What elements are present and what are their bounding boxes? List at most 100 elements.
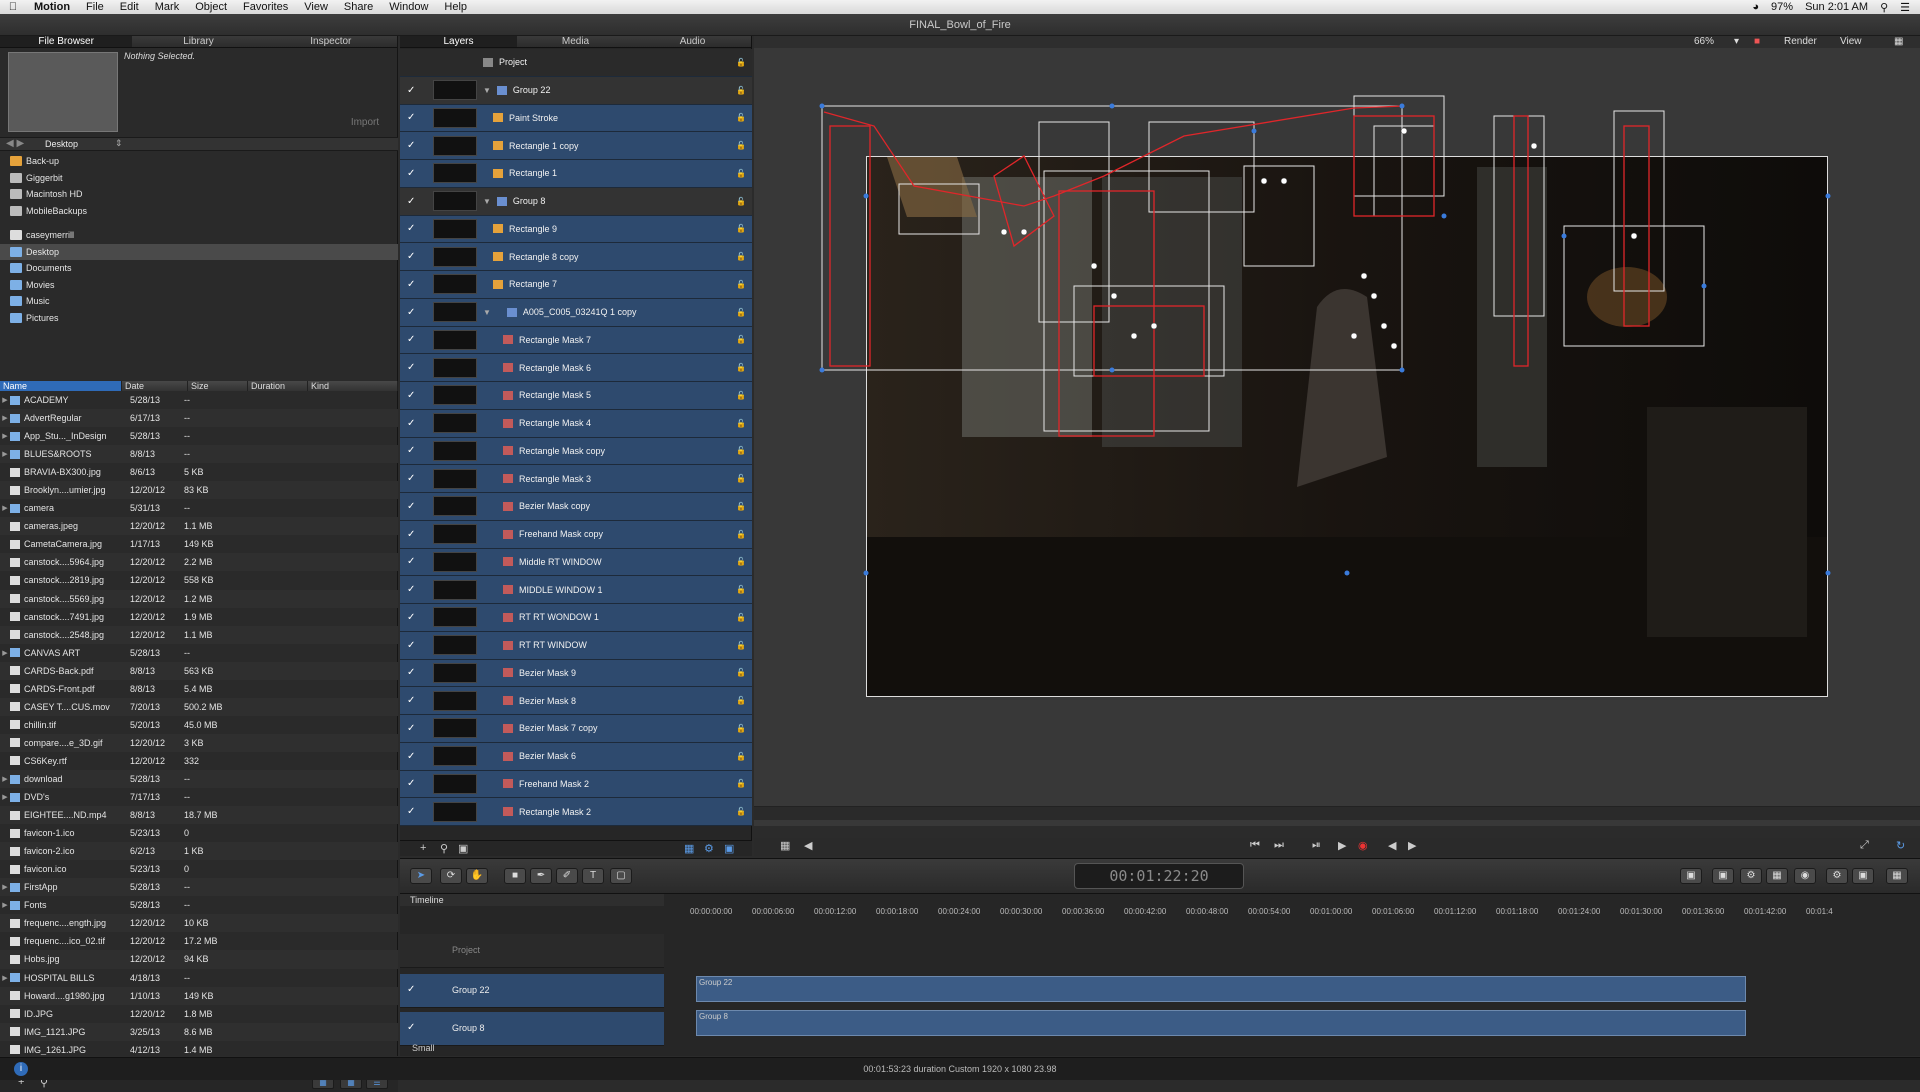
column-kind[interactable]: Kind <box>308 381 398 391</box>
column-size[interactable]: Size <box>188 381 248 391</box>
visibility-checkbox[interactable]: ✓ <box>407 501 421 512</box>
layer-row[interactable]: ✓ Paint Stroke 🔓 <box>400 104 752 133</box>
text-tool-button[interactable]: T <box>582 868 604 884</box>
layer-row[interactable]: ✓ ▼ Group 8 🔓 <box>400 187 752 216</box>
visibility-checkbox[interactable]: ✓ <box>407 445 421 456</box>
file-row[interactable]: compare....e_3D.gif 12/20/12 3 KB <box>0 733 398 752</box>
lock-icon[interactable]: 🔓 <box>736 58 746 67</box>
layer-row[interactable]: Project 🔓 <box>400 49 752 77</box>
loop-icon[interactable]: ↻ <box>1896 839 1905 852</box>
lock-icon[interactable]: 🔓 <box>736 224 746 233</box>
layer-row[interactable]: ✓ Rectangle Mask 5 🔓 <box>400 382 752 410</box>
file-row[interactable]: ▶ camera 5/31/13 -- <box>0 499 398 517</box>
lock-icon[interactable]: 🔓 <box>736 141 746 150</box>
battery-indicator[interactable]: 97% <box>1771 1 1793 13</box>
hand-tool-button[interactable]: ✋ <box>466 868 488 884</box>
layer-row[interactable]: ✓ Rectangle Mask 2 🔓 <box>400 798 752 826</box>
visibility-checkbox[interactable]: ✓ <box>407 806 421 817</box>
menu-file[interactable]: File <box>78 1 112 13</box>
layer-row[interactable]: ✓ ▼ A005_C005_03241Q 1 copy 🔓 <box>400 298 752 327</box>
lock-icon[interactable]: 🔓 <box>736 641 746 650</box>
tab-layers[interactable]: Layers <box>400 36 517 47</box>
lock-icon[interactable]: 🔓 <box>736 779 746 788</box>
file-row[interactable]: ▶ BLUES&ROOTS 8/8/13 -- <box>0 445 398 464</box>
layer-row[interactable]: ✓ ▼ Group 22 🔓 <box>400 76 752 105</box>
menu-view[interactable]: View <box>296 1 336 13</box>
layer-row[interactable]: ✓ Rectangle Mask 7 🔓 <box>400 326 752 355</box>
fullscreen-icon[interactable]: ⤢ <box>1860 839 1869 852</box>
layer-row[interactable]: ✓ Rectangle Mask 4 🔓 <box>400 409 752 438</box>
apple-menu-icon[interactable]:  <box>0 1 26 13</box>
layer-row[interactable]: ✓ Rectangle Mask copy 🔓 <box>400 437 752 466</box>
visibility-checkbox[interactable]: ✓ <box>407 723 421 734</box>
canvas-area[interactable]: 66% ▾ ■ Render View ▦ <box>754 36 1920 826</box>
layout-button[interactable]: ▦ <box>1886 868 1908 884</box>
lock-icon[interactable]: 🔓 <box>736 419 746 428</box>
file-row[interactable]: canstock....2548.jpg 12/20/12 1.1 MB <box>0 625 398 644</box>
lock-icon[interactable]: 🔓 <box>736 530 746 539</box>
layer-row[interactable]: ✓ MIDDLE WINDOW 1 🔓 <box>400 576 752 604</box>
menu-app[interactable]: Motion <box>26 1 78 13</box>
file-row[interactable]: CARDS-Front.pdf 8/8/13 5.4 MB <box>0 680 398 698</box>
file-row[interactable]: IMG_1121.JPG 3/25/13 8.6 MB <box>0 1022 398 1041</box>
file-row[interactable]: favicon.ico 5/23/13 0 <box>0 860 398 878</box>
select-tool-button[interactable]: ➤ <box>410 868 432 884</box>
layer-row[interactable]: ✓ Bezier Mask 7 copy 🔓 <box>400 715 752 743</box>
tab-media[interactable]: Media <box>517 36 634 47</box>
visibility-checkbox[interactable]: ✓ <box>407 418 421 429</box>
file-row[interactable]: canstock....5964.jpg 12/20/12 2.2 MB <box>0 553 398 572</box>
visibility-checkbox[interactable]: ✓ <box>407 140 421 151</box>
lock-icon[interactable]: 🔓 <box>736 752 746 761</box>
disclosure-icon[interactable]: ▼ <box>483 308 491 317</box>
layer-row[interactable]: ✓ RT RT WONDOW 1 🔓 <box>400 604 752 632</box>
visibility-checkbox[interactable]: ✓ <box>407 390 421 401</box>
lock-icon[interactable]: 🔓 <box>736 585 746 594</box>
file-row[interactable]: EIGHTEE....ND.mp4 8/8/13 18.7 MB <box>0 806 398 825</box>
source-item[interactable]: Movies <box>0 277 398 294</box>
visibility-checkbox[interactable]: ✓ <box>407 984 415 995</box>
layer-row[interactable]: ✓ Freehand Mask copy 🔓 <box>400 520 752 549</box>
timecode-display[interactable]: 00:01:22:20 <box>1074 863 1244 889</box>
lock-icon[interactable]: 🔓 <box>736 308 746 317</box>
make-clone-button[interactable]: ▣ <box>1852 868 1874 884</box>
generators-button[interactable]: ◉ <box>1794 868 1816 884</box>
list-icon[interactable]: ☰ <box>1900 1 1910 14</box>
timeline-track-group-22[interactable]: ✓ Group 22 <box>400 974 664 1008</box>
column-date[interactable]: Date <box>122 381 188 391</box>
column-name[interactable]: Name <box>0 381 122 391</box>
lock-icon[interactable]: 🔓 <box>736 557 746 566</box>
file-row[interactable]: ▶ ACADEMY 5/28/13 -- <box>0 391 398 409</box>
lock-icon[interactable]: 🔓 <box>736 807 746 816</box>
menu-share[interactable]: Share <box>336 1 381 13</box>
disclosure-icon[interactable]: ▶ <box>0 901 10 909</box>
file-row[interactable]: canstock....7491.jpg 12/20/12 1.9 MB <box>0 608 398 626</box>
disclosure-icon[interactable]: ▶ <box>0 450 10 458</box>
layer-row[interactable]: ✓ RT RT WINDOW 🔓 <box>400 631 752 660</box>
play-icon[interactable]: ▶ <box>1338 839 1346 852</box>
layer-row[interactable]: ✓ Rectangle 9 🔓 <box>400 215 752 244</box>
file-row[interactable]: chillin.tif 5/20/13 45.0 MB <box>0 716 398 734</box>
lock-icon[interactable]: 🔓 <box>736 502 746 511</box>
menu-edit[interactable]: Edit <box>112 1 147 13</box>
layer-row[interactable]: ✓ Rectangle 1 🔓 <box>400 160 752 188</box>
menu-help[interactable]: Help <box>436 1 475 13</box>
source-item[interactable]: Music <box>0 293 398 310</box>
layer-row[interactable]: ✓ Bezier Mask 8 🔓 <box>400 687 752 715</box>
layer-row[interactable]: ✓ Rectangle Mask 6 🔓 <box>400 354 752 382</box>
go-to-start-icon[interactable]: ⏮ <box>1250 839 1260 852</box>
updown-icon[interactable]: ⇕ <box>115 138 123 149</box>
disclosure-icon[interactable]: ▶ <box>0 793 10 801</box>
disclosure-icon[interactable]: ▼ <box>483 197 491 206</box>
menu-object[interactable]: Object <box>187 1 235 13</box>
stack-icon[interactable]: ▣ <box>724 842 734 855</box>
visibility-checkbox[interactable]: ✓ <box>407 640 421 651</box>
timeline-ruler[interactable]: 00:00:00:00 00:00:06:00 00:00:12:00 00:00:1… <box>690 905 1920 919</box>
next-frame-icon[interactable]: ▶ <box>1408 839 1416 852</box>
timeline-bar-group-8[interactable]: Group 8 <box>696 1010 1746 1036</box>
file-row[interactable]: canstock....5569.jpg 12/20/12 1.2 MB <box>0 589 398 608</box>
file-row[interactable]: favicon-2.ico 6/2/13 1 KB <box>0 842 398 861</box>
layer-row[interactable]: ✓ Freehand Mask 2 🔓 <box>400 770 752 799</box>
source-item[interactable]: Giggerbit <box>0 170 398 187</box>
visibility-checkbox[interactable]: ✓ <box>407 556 421 567</box>
lock-icon[interactable]: 🔓 <box>736 696 746 705</box>
